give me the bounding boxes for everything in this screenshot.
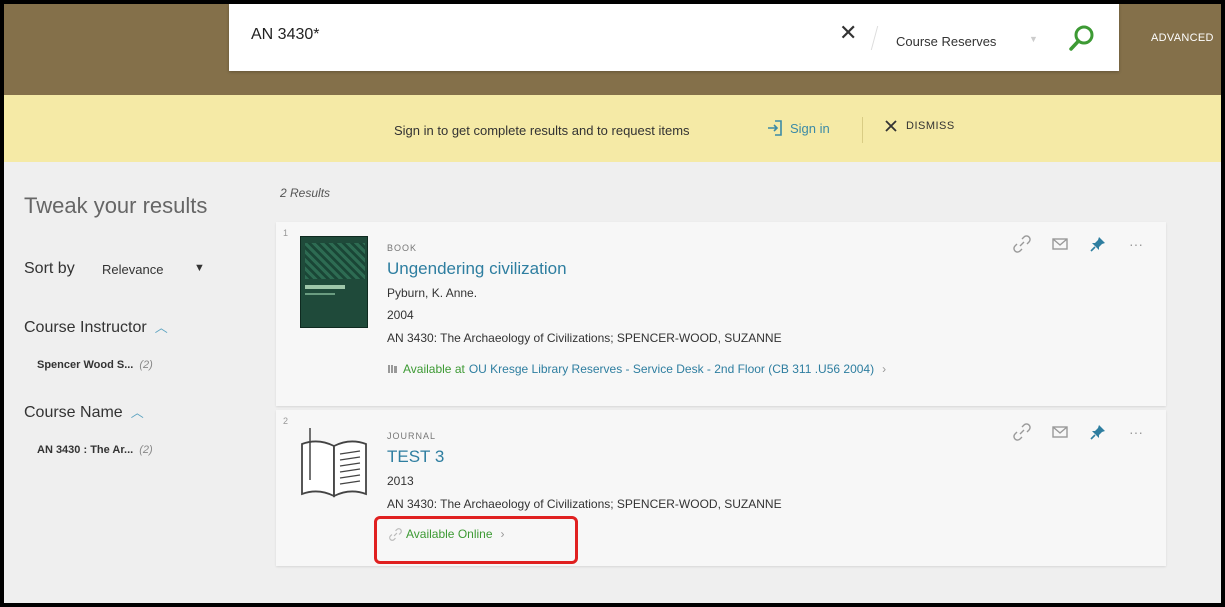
facet-count: (2): [139, 444, 153, 456]
app-frame: ✕ Course Reserves ▼ ADVANCED Sign in to …: [4, 4, 1221, 603]
dismiss-button[interactable]: DISMISS: [884, 119, 955, 133]
facet-count: (2): [139, 359, 153, 371]
facet-course-name[interactable]: Course Name ︿: [24, 402, 144, 422]
journal-icon[interactable]: [298, 424, 370, 508]
availability-link[interactable]: Available at OU Kresge Library Reserves …: [387, 362, 886, 376]
signin-button[interactable]: Sign in: [766, 119, 830, 137]
resource-type: BOOK: [387, 243, 418, 253]
advanced-search-link[interactable]: ADVANCED: [1151, 32, 1214, 44]
pin-icon[interactable]: [1088, 422, 1108, 442]
clear-search-icon[interactable]: ✕: [839, 22, 857, 44]
result-title[interactable]: TEST 3: [387, 447, 444, 467]
result-title[interactable]: Ungendering civilization: [387, 259, 567, 279]
close-icon: [885, 120, 897, 132]
result-author: Pyburn, K. Anne.: [387, 286, 478, 300]
more-options-icon[interactable]: ···: [1126, 234, 1146, 254]
search-box: ✕ Course Reserves ▼: [229, 4, 1119, 71]
search-input[interactable]: [251, 26, 811, 44]
pin-icon[interactable]: [1088, 234, 1108, 254]
library-shelf-icon: [388, 365, 397, 373]
dismiss-label: DISMISS: [906, 120, 955, 132]
permalink-icon[interactable]: [1012, 234, 1032, 254]
email-icon[interactable]: [1050, 422, 1070, 442]
search-icon: [1069, 25, 1094, 51]
facet-title: Course Name: [24, 404, 123, 421]
result-number: 2: [283, 416, 289, 426]
resource-type: JOURNAL: [387, 431, 437, 441]
search-divider: [870, 26, 879, 50]
search-scope-select[interactable]: Course Reserves: [896, 34, 996, 49]
highlight-annotation: [374, 516, 578, 564]
search-button[interactable]: [1066, 22, 1098, 54]
book-cover[interactable]: [300, 236, 368, 328]
email-icon[interactable]: [1050, 234, 1070, 254]
facet-value-instructor[interactable]: Spencer Wood S... (2): [37, 359, 153, 371]
chevron-right-icon: ›: [882, 362, 887, 376]
permalink-icon[interactable]: [1012, 422, 1032, 442]
result-card: 1 BOOK Ungendering civilization Pyburn, …: [276, 222, 1166, 406]
sidebar-heading: Tweak your results: [24, 193, 208, 218]
banner-message: Sign in to get complete results and to r…: [394, 123, 690, 138]
facet-value-label: Spencer Wood S...: [37, 359, 134, 371]
result-year: 2004: [387, 308, 414, 322]
result-number: 1: [283, 228, 289, 238]
availability-location: OU Kresge Library Reserves - Service Des…: [468, 362, 875, 376]
header-bar: ✕ Course Reserves ▼ ADVANCED: [4, 4, 1221, 95]
facet-value-course[interactable]: AN 3430 : The Ar... (2): [37, 444, 153, 456]
chevron-down-icon[interactable]: ▼: [1029, 34, 1038, 44]
result-actions: ···: [1012, 422, 1146, 442]
facet-title: Course Instructor: [24, 319, 147, 336]
facet-course-instructor[interactable]: Course Instructor ︿: [24, 317, 168, 337]
signin-banner: Sign in to get complete results and to r…: [4, 95, 1221, 162]
banner-divider: [862, 117, 863, 143]
sort-select[interactable]: Relevance: [102, 262, 163, 277]
chevron-up-icon: ︿: [154, 320, 168, 335]
results-count: 2 Results: [280, 186, 331, 200]
sort-label: Sort by: [24, 260, 75, 277]
facet-value-label: AN 3430 : The Ar...: [37, 444, 134, 456]
availability-status: Available at: [403, 362, 465, 376]
result-year: 2013: [387, 474, 414, 488]
chevron-up-icon: ︿: [130, 405, 144, 420]
result-actions: ···: [1012, 234, 1146, 254]
more-options-icon[interactable]: ···: [1126, 422, 1146, 442]
result-course: AN 3430: The Archaeology of Civilization…: [387, 497, 782, 511]
signin-label: Sign in: [790, 120, 830, 136]
sort-caret-icon[interactable]: ▼: [194, 262, 205, 274]
signin-icon: [768, 120, 782, 136]
result-course: AN 3430: The Archaeology of Civilization…: [387, 331, 782, 345]
